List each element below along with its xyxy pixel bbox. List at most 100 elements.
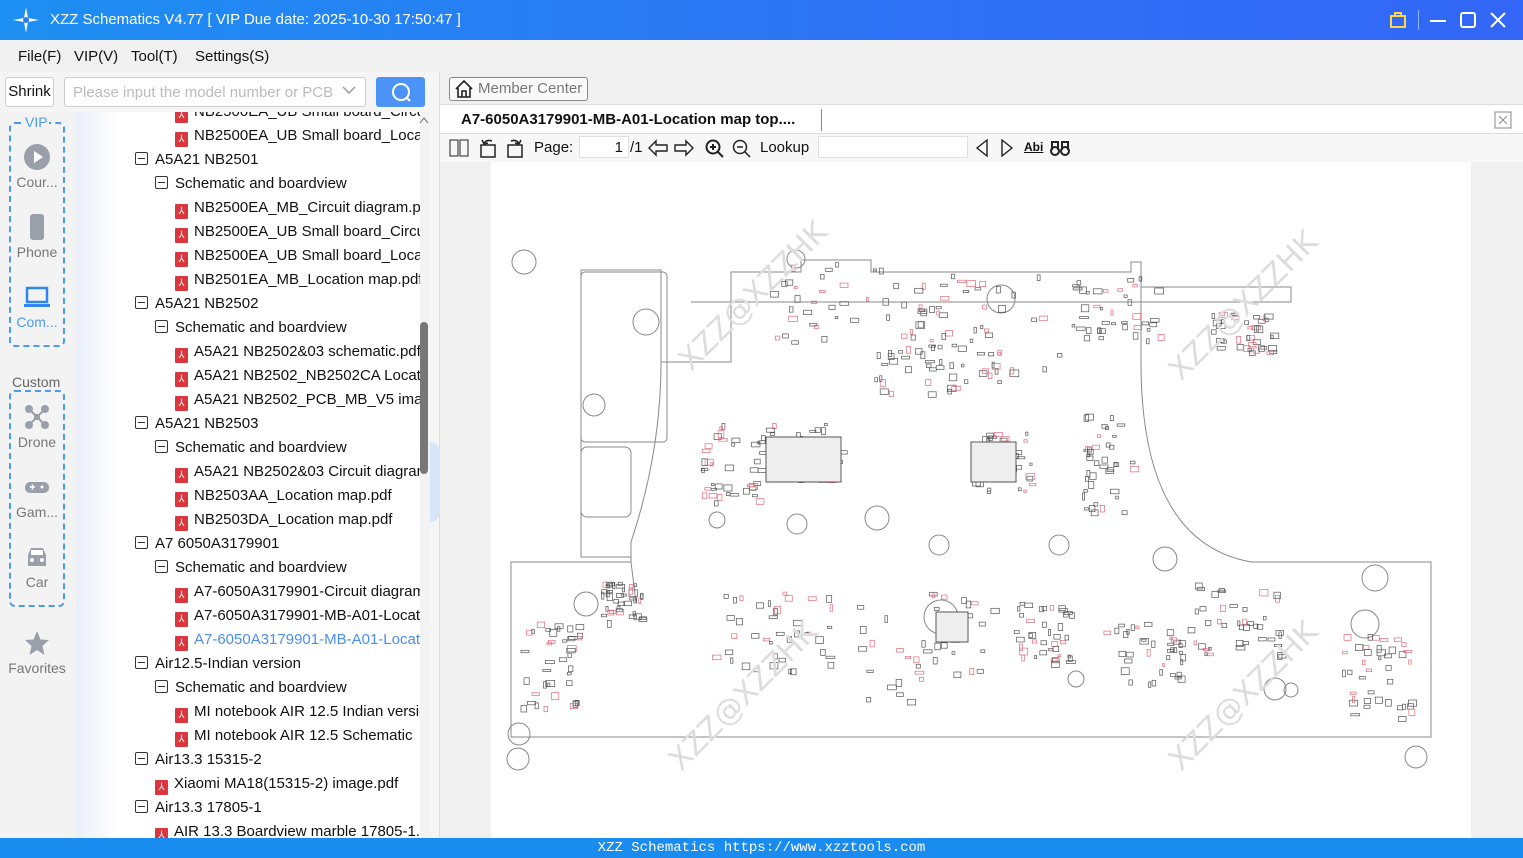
component-pad [1217, 618, 1222, 625]
tree-folder-item[interactable]: Air13.3 17805-1 [135, 797, 262, 821]
lookup-input[interactable] [818, 136, 968, 158]
tree-folder-item[interactable]: Schematic and boardview [155, 317, 347, 341]
tree-file-item[interactable]: ⅄ NB2500EA_UB Small board_Circuit [175, 221, 420, 245]
next-page-icon[interactable] [674, 139, 694, 157]
tree-folder-item[interactable]: Schematic and boardview [155, 173, 347, 197]
component-pad [818, 290, 826, 294]
component-pad [701, 492, 708, 499]
search-input[interactable]: Please input the model number or PCB [64, 77, 366, 107]
component-pad [607, 582, 614, 588]
component-pad [1207, 652, 1214, 657]
category-car[interactable]: Car [0, 544, 74, 590]
close-tab-icon[interactable] [1494, 111, 1512, 129]
menu-file[interactable]: File(F) [18, 48, 61, 65]
tab-document[interactable]: A7-6050A3179901-MB-A01-Location map top.… [461, 111, 795, 128]
find-previous-icon[interactable] [975, 139, 989, 157]
two-page-view-icon[interactable] [449, 139, 469, 157]
shrink-button[interactable]: Shrink [5, 77, 54, 107]
panel-collapse-handle[interactable] [430, 442, 440, 522]
component-pad [527, 701, 536, 706]
menu-vip[interactable]: VIP(V) [74, 48, 118, 65]
component-pad [879, 375, 883, 382]
tree-file-item[interactable]: ⅄ MI notebook AIR 12.5 Indian version [175, 701, 420, 725]
component-pad [620, 593, 627, 597]
tree-file-item[interactable]: ⅄ NB2500EA_UB Small board_Locat [175, 245, 420, 269]
tree-file-item[interactable]: ⅄ A5A21 NB2502&03 Circuit diagram [175, 461, 420, 485]
tree-file-item[interactable]: ⅄ NB2500EA_UB Small board_Locat [175, 125, 420, 149]
file-tree: ⅄ NB2500EA_UB Small board_Circuit ⅄ NB2500E… [75, 112, 420, 838]
watermark: XZZ@XZZHK [1162, 224, 1326, 388]
category-game[interactable]: Gam... [0, 474, 74, 520]
category-phone[interactable]: Phone [0, 214, 74, 260]
tree-file-item[interactable]: ⅄ NB2503DA_Location map.pdf [175, 509, 392, 533]
rotate-right-icon[interactable] [505, 138, 525, 158]
find-next-icon[interactable] [1000, 139, 1014, 157]
component-pad [921, 640, 926, 648]
binoculars-icon[interactable] [1050, 139, 1070, 157]
tree-file-item[interactable]: ⅄ A5A21 NB2502_PCB_MB_V5 image [175, 389, 420, 413]
component-pad [949, 362, 954, 369]
tree-scrollbar-thumb[interactable] [420, 322, 428, 474]
category-courses[interactable]: Cour... [0, 144, 74, 190]
member-center-button[interactable]: Member Center [449, 77, 588, 101]
tree-file-item[interactable]: ⅄ NB2500EA_MB_Circuit diagram.pdf [175, 197, 420, 221]
tree-file-item[interactable]: ⅄ Xiaomi MA18(15315-2) image.pdf [155, 773, 398, 797]
mounting-hole [1404, 745, 1428, 769]
pdf-page[interactable]: XZZ@XZZHK XZZ@XZZHK XZZ@XZZHK XZZ@XZZHK [491, 162, 1471, 838]
tree-scrollbar[interactable] [420, 112, 430, 838]
category-favorites[interactable]: Favorites [0, 630, 74, 676]
chevron-down-icon[interactable] [342, 85, 356, 95]
component-pad [969, 338, 974, 343]
menu-settings[interactable]: Settings(S) [195, 48, 269, 65]
pdf-file-icon: ⅄ [175, 276, 188, 291]
vip-bag-icon[interactable] [1390, 12, 1406, 28]
zoom-in-icon[interactable] [705, 139, 724, 158]
zoom-out-icon[interactable] [732, 139, 751, 158]
tree-item-label: MI notebook AIR 12.5 Schematic [194, 727, 413, 744]
minimize-icon[interactable] [1430, 12, 1446, 28]
tree-folder-item[interactable]: Schematic and boardview [155, 677, 347, 701]
previous-page-icon[interactable] [648, 139, 668, 157]
component-pad [829, 604, 833, 612]
component-pad [866, 669, 874, 673]
tree-file-item[interactable]: ⅄ A5A21 NB2502_NB2502CA Location [175, 365, 420, 389]
tree-file-item[interactable]: ⅄ A7-6050A3179901-Circuit diagram [175, 581, 420, 605]
tree-folder-item[interactable]: Schematic and boardview [155, 557, 347, 581]
component-pad [545, 680, 556, 687]
tree-folder-item[interactable]: Air13.3 15315-2 [135, 749, 262, 773]
maximize-icon[interactable] [1460, 12, 1476, 28]
tree-file-item[interactable]: ⅄ A7-6050A3179901-MB-A01-Location [175, 629, 420, 653]
tree-folder-item[interactable]: A5A21 NB2501 [135, 149, 258, 173]
component-pad [1019, 601, 1026, 606]
match-case-button[interactable]: Abi [1024, 140, 1043, 154]
rotate-left-icon[interactable] [478, 138, 498, 158]
mounting-hole [582, 393, 606, 417]
category-drone[interactable]: Drone [0, 404, 74, 450]
tree-folder-item[interactable]: Schematic and boardview [155, 437, 347, 461]
category-computer[interactable]: Com... [0, 284, 74, 330]
collapse-icon [135, 656, 148, 669]
component-pad [1151, 640, 1156, 648]
tree-file-item[interactable]: ⅄ AIR 13.3 Boardview marble 17805-1. [155, 821, 420, 838]
tree-file-item[interactable]: ⅄ MI notebook AIR 12.5 Schematic [175, 725, 412, 749]
tree-file-item[interactable]: ⅄ A5A21 NB2502&03 schematic.pdf [175, 341, 420, 365]
tree-folder-item[interactable]: A7 6050A3179901 [135, 533, 279, 557]
tree-folder-item[interactable]: Air12.5-Indian version [135, 653, 301, 677]
tree-item-label: A5A21 NB2501 [155, 151, 259, 168]
tree-file-item[interactable]: ⅄ NB2503AA_Location map.pdf [175, 485, 392, 509]
component-pad [1342, 669, 1346, 678]
tree-folder-item[interactable]: A5A21 NB2502 [135, 293, 258, 317]
menu-tool[interactable]: Tool(T) [131, 48, 178, 65]
component-pad [708, 493, 718, 499]
tree-file-item[interactable]: ⅄ A7-6050A3179901-MB-A01-Location [175, 605, 420, 629]
page-input[interactable]: 1 [579, 136, 629, 158]
tree-file-item[interactable]: ⅄ NB2501EA_MB_Location map.pdf [175, 269, 420, 293]
pdf-file-icon: ⅄ [175, 468, 188, 483]
scroll-up-icon[interactable] [419, 116, 429, 124]
component-pad [974, 287, 982, 291]
tree-file-item[interactable]: ⅄ NB2500EA_UB Small board_Circuit [175, 112, 420, 125]
close-icon[interactable] [1490, 12, 1506, 28]
tree-folder-item[interactable]: A5A21 NB2503 [135, 413, 258, 437]
search-button[interactable] [376, 77, 425, 107]
component-pad [726, 492, 731, 496]
